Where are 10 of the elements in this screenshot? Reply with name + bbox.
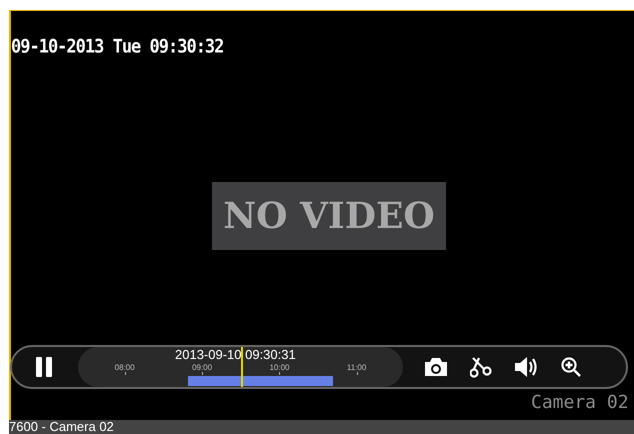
- timeline[interactable]: 2013-09-10 09:30:31 08:00 09:00 10:00 11:00: [78, 346, 403, 387]
- timeline-timestamp: 2013-09-10 09:30:31: [175, 346, 296, 362]
- tick-label: 11:00: [346, 362, 366, 372]
- tick-label: 10:00: [269, 362, 290, 372]
- tick-label: 09:00: [192, 362, 212, 372]
- tick-label: 08:00: [114, 362, 135, 372]
- camera-label: 7600 - Camera 02: [9, 420, 114, 434]
- osd-datetime: 09-10-2013 Tue 09:30:32: [11, 36, 224, 58]
- osd-camera-name: Camera 02: [531, 392, 629, 413]
- no-video-label: NO VIDEO: [212, 182, 446, 250]
